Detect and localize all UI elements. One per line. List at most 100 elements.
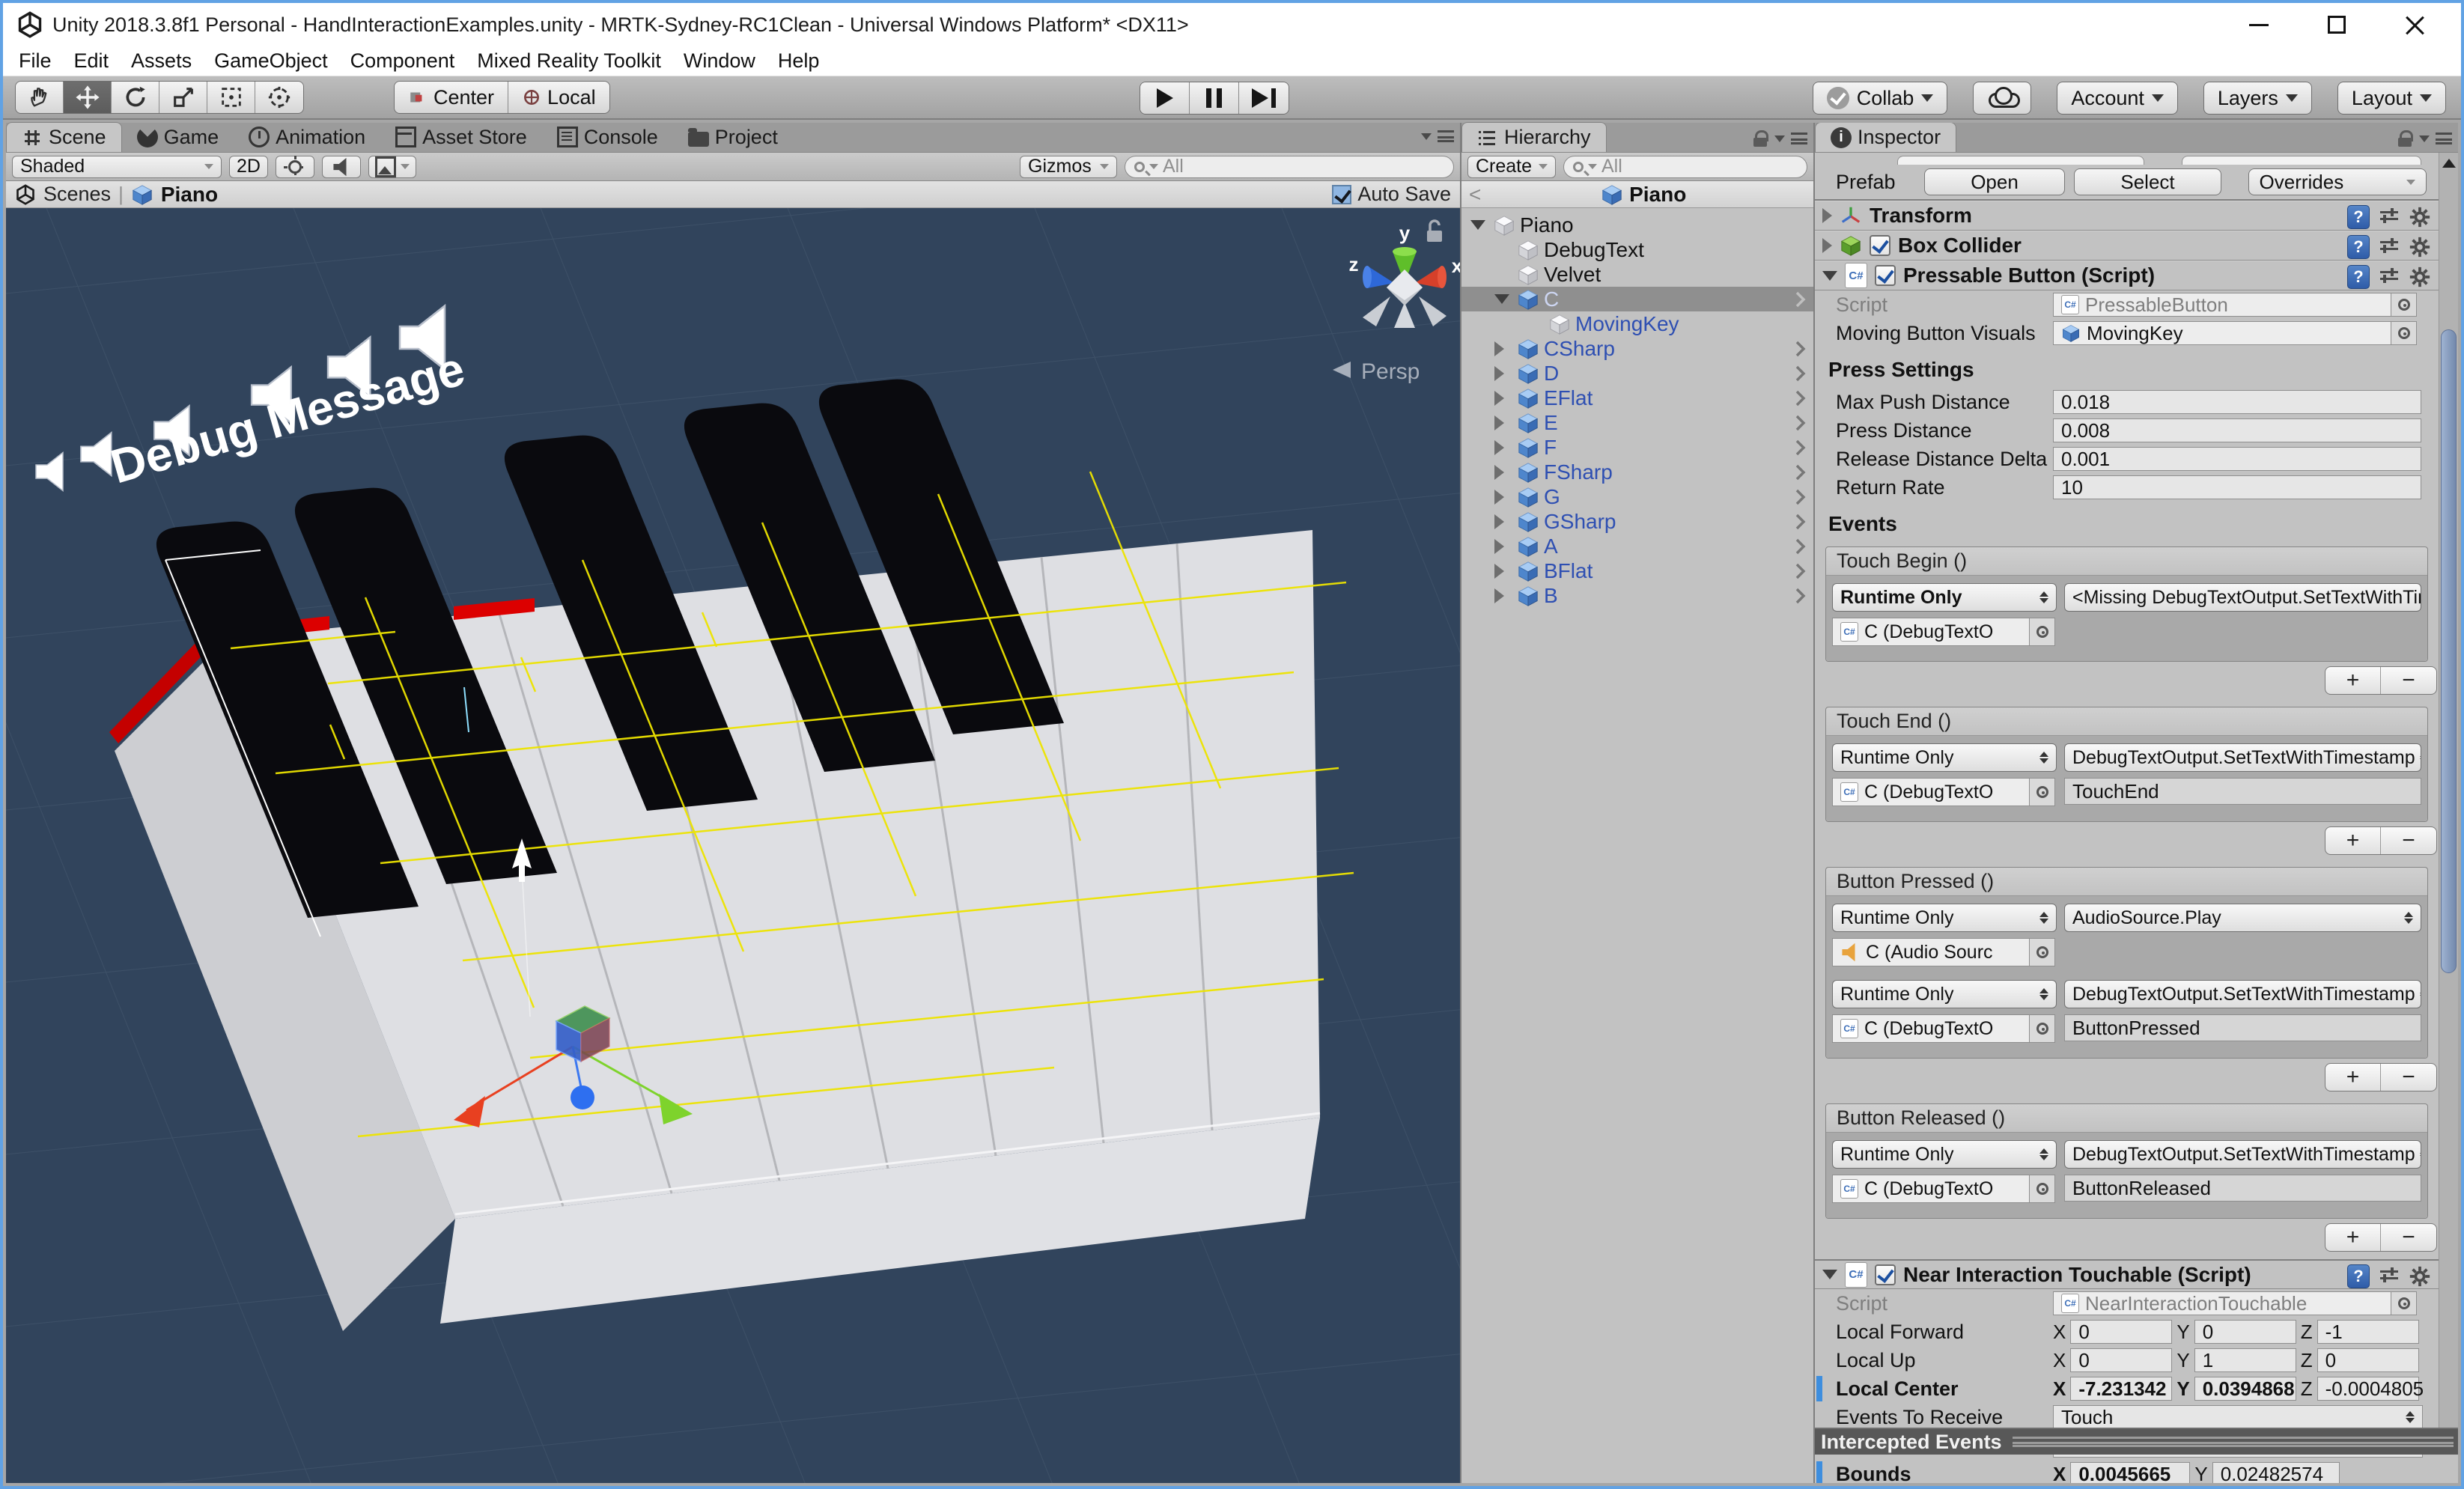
prefab-back-button[interactable]: <: [1469, 183, 1481, 207]
expand-icon[interactable]: [1822, 270, 1837, 281]
gear-icon[interactable]: [2409, 1265, 2431, 1288]
pivot-center-button[interactable]: Center: [395, 82, 509, 113]
object-picker-button[interactable]: [2030, 1014, 2055, 1043]
chevron-right-icon[interactable]: [1795, 563, 1806, 579]
expand-icon[interactable]: [1494, 489, 1504, 505]
local-up-y-input[interactable]: 1: [2194, 1348, 2296, 1372]
event-target-field[interactable]: C# C (DebugTextO: [1832, 1175, 2030, 1203]
tree-item-velvet[interactable]: Velvet: [1461, 262, 1813, 287]
event-add-button[interactable]: +: [2325, 1224, 2381, 1251]
script-object-field[interactable]: C# PressableButton: [2053, 293, 2391, 317]
event-target-field[interactable]: C (Audio Sourc: [1832, 938, 2030, 966]
event-add-button[interactable]: +: [2325, 1064, 2381, 1091]
max-push-distance-input[interactable]: 0.018: [2053, 390, 2421, 414]
expand-icon[interactable]: [1494, 588, 1504, 603]
hand-tool-button[interactable]: [16, 82, 64, 113]
event-mode-dropdown[interactable]: Runtime Only: [1832, 980, 2057, 1008]
event-method-dropdown[interactable]: DebugTextOutput.SetTextWithTimestamp: [2064, 743, 2421, 772]
collab-button[interactable]: Collab: [1812, 82, 1948, 115]
expand-icon[interactable]: [1822, 1270, 1837, 1279]
play-button[interactable]: [1140, 82, 1190, 114]
menu-mixed-reality-toolkit[interactable]: Mixed Reality Toolkit: [466, 46, 672, 76]
expand-icon[interactable]: [1494, 415, 1504, 430]
chevron-right-icon[interactable]: [1795, 365, 1806, 382]
tree-item-d[interactable]: D: [1461, 361, 1813, 386]
expand-icon[interactable]: [1822, 238, 1832, 253]
move-tool-button[interactable]: [64, 82, 112, 113]
chevron-right-icon[interactable]: [1795, 439, 1806, 456]
tab-game[interactable]: Game: [122, 122, 234, 152]
event-string-argument-input[interactable]: ButtonPressed: [2064, 1014, 2421, 1041]
event-mode-dropdown[interactable]: Runtime Only: [1832, 583, 2057, 612]
orientation-gizmo[interactable]: y x z: [1349, 222, 1461, 328]
rect-tool-button[interactable]: [207, 82, 255, 113]
account-dropdown[interactable]: Account: [2057, 82, 2178, 115]
event-string-argument-input[interactable]: ButtonReleased: [2064, 1175, 2421, 1202]
local-up-z-input[interactable]: 0: [2317, 1348, 2419, 1372]
gizmo-lock-icon[interactable]: [1427, 219, 1442, 242]
chevron-right-icon[interactable]: [1795, 415, 1806, 431]
local-center-x-input[interactable]: -7.231342: [2070, 1377, 2173, 1401]
gear-icon[interactable]: [2409, 206, 2431, 228]
preset-icon[interactable]: [2379, 267, 2400, 287]
tree-item-piano[interactable]: Piano: [1461, 213, 1813, 237]
event-mode-dropdown[interactable]: Runtime Only: [1832, 904, 2057, 932]
local-center-y-input[interactable]: 0.0394868: [2194, 1377, 2296, 1401]
object-picker-button[interactable]: [2391, 321, 2417, 345]
effects-toggle-button[interactable]: [368, 155, 416, 178]
local-center-z-input[interactable]: -0.0004805: [2317, 1377, 2424, 1401]
event-method-dropdown[interactable]: <Missing DebugTextOutput.SetTextWithTime…: [2064, 583, 2421, 612]
transform-tool-button[interactable]: [255, 82, 303, 113]
layout-dropdown[interactable]: Layout: [2337, 82, 2446, 115]
event-mode-dropdown[interactable]: Runtime Only: [1832, 743, 2057, 772]
scrollbar-thumb[interactable]: [2441, 329, 2457, 973]
gear-icon[interactable]: [2409, 236, 2431, 258]
enabled-checkbox[interactable]: [1870, 235, 1890, 256]
auto-save-toggle[interactable]: Auto Save: [1332, 183, 1451, 206]
event-add-button[interactable]: +: [2325, 827, 2381, 854]
preset-icon[interactable]: [2379, 1266, 2400, 1287]
object-picker-button[interactable]: [2030, 938, 2055, 966]
event-remove-button[interactable]: −: [2381, 1224, 2436, 1251]
auto-save-checkbox[interactable]: [1332, 184, 1352, 204]
event-add-button[interactable]: +: [2325, 667, 2381, 694]
hierarchy-search-input[interactable]: All: [1563, 155, 1807, 178]
chevron-right-icon[interactable]: [1795, 341, 1806, 357]
event-target-field[interactable]: C# C (DebugTextO: [1832, 618, 2030, 646]
panel-caret-icon[interactable]: [1774, 135, 1785, 142]
enabled-checkbox[interactable]: [1875, 265, 1896, 286]
object-picker-button[interactable]: [2391, 293, 2417, 317]
tree-item-e[interactable]: E: [1461, 410, 1813, 435]
object-picker-button[interactable]: [2030, 1175, 2055, 1203]
chevron-right-icon[interactable]: [1795, 291, 1806, 308]
event-target-field[interactable]: C# C (DebugTextO: [1832, 1014, 2030, 1043]
events-to-receive-dropdown[interactable]: Touch: [2053, 1405, 2423, 1429]
chevron-right-icon[interactable]: [1795, 588, 1806, 604]
expand-icon[interactable]: [1494, 294, 1509, 304]
lighting-toggle-button[interactable]: [276, 155, 314, 178]
tree-item-debugtext[interactable]: DebugText: [1461, 237, 1813, 262]
close-button[interactable]: [2376, 3, 2454, 46]
tab-scene[interactable]: Scene: [6, 122, 122, 152]
tree-item-eflat[interactable]: EFlat: [1461, 386, 1813, 410]
tree-item-movingkey[interactable]: MovingKey: [1461, 311, 1813, 336]
expand-icon[interactable]: [1494, 439, 1504, 455]
scroll-up-icon[interactable]: [2442, 159, 2456, 168]
panel-caret-icon[interactable]: [1421, 133, 1432, 140]
enabled-checkbox[interactable]: [1875, 1264, 1896, 1285]
near-interaction-touchable-header[interactable]: C# Near Interaction Touchable (Script) ?: [1815, 1259, 2439, 1289]
event-method-dropdown[interactable]: DebugTextOutput.SetTextWithTimestamp: [2064, 1140, 2421, 1169]
event-string-argument-input[interactable]: TouchEnd: [2064, 778, 2421, 805]
preset-icon[interactable]: [2379, 237, 2400, 258]
axis-z-label[interactable]: z: [1349, 253, 1359, 275]
intercepted-events-bar[interactable]: Intercepted Events: [1815, 1428, 2458, 1455]
tab-hierarchy[interactable]: Hierarchy: [1461, 122, 1607, 152]
chevron-right-icon[interactable]: [1795, 489, 1806, 505]
tab-asset-store[interactable]: Asset Store: [380, 122, 542, 152]
event-method-dropdown[interactable]: DebugTextOutput.SetTextWithTimestamp: [2064, 980, 2421, 1008]
chevron-right-icon[interactable]: [1795, 538, 1806, 555]
breadcrumb-scenes[interactable]: Scenes: [43, 183, 111, 206]
panel-menu-icon[interactable]: [2436, 133, 2452, 144]
expand-icon[interactable]: [1494, 365, 1504, 381]
panel-menu-icon[interactable]: [1791, 133, 1807, 144]
